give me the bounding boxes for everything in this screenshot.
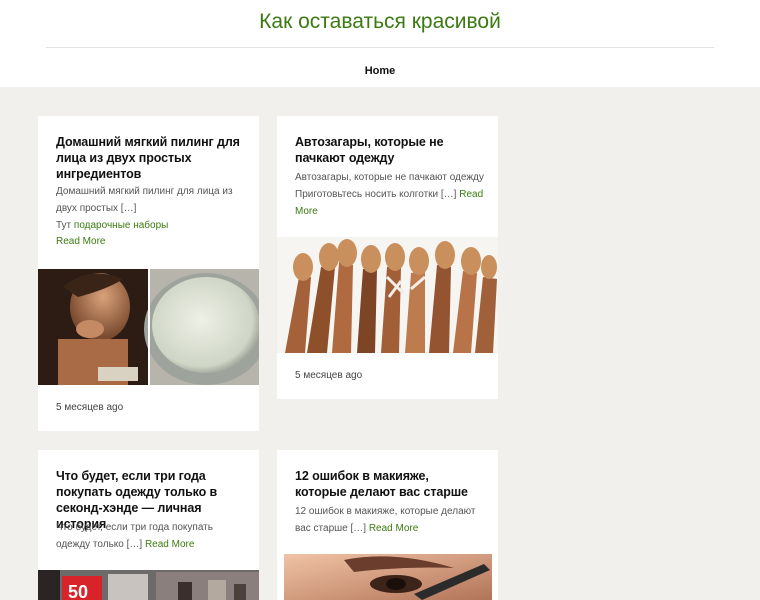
legs-photo: [277, 237, 498, 353]
post-date: 5 месяцев ago: [295, 370, 363, 381]
read-more-link[interactable]: Read More: [56, 236, 105, 247]
header-divider: [46, 47, 714, 48]
site-title[interactable]: Как оставаться красивой: [0, 10, 760, 34]
store-photo: 50: [38, 570, 259, 600]
post-title[interactable]: Автозагары, которые не пачкают одежду: [295, 134, 480, 166]
post-excerpt: Домашний мягкий пилинг для лица из двух …: [56, 183, 245, 234]
read-more-link[interactable]: Read More: [145, 539, 194, 550]
post-excerpt: 12 ошибок в макияже, которые делают вас …: [295, 503, 484, 537]
post-date: 5 месяцев ago: [56, 402, 124, 413]
post-card: Домашний мягкий пилинг для лица из двух …: [38, 116, 259, 431]
post-image[interactable]: 50: [38, 570, 259, 600]
main-nav: Home: [0, 61, 760, 79]
post-image[interactable]: [284, 554, 492, 600]
post-card: Что будет, если три года покупать одежду…: [38, 450, 259, 600]
gift-sets-link[interactable]: подарочные наборы: [74, 220, 168, 231]
makeup-photo: [284, 554, 492, 600]
excerpt-text: Домашний мягкий пилинг для лица из двух …: [56, 186, 233, 214]
post-title[interactable]: 12 ошибок в макияже, которые делают вас …: [295, 468, 480, 500]
post-image[interactable]: [277, 237, 498, 353]
site-header: Как оставаться красивой Home: [0, 0, 760, 87]
post-image[interactable]: [38, 269, 259, 385]
post-title[interactable]: Домашний мягкий пилинг для лица из двух …: [56, 134, 241, 182]
post-card: 12 ошибок в макияже, которые делают вас …: [277, 450, 498, 600]
peeling-photo: [38, 269, 259, 385]
excerpt-text: Автозагары, которые не пачкают одежду Пр…: [295, 172, 484, 200]
excerpt-extra-prefix: Тут: [56, 220, 74, 231]
post-excerpt: Что будет, если три года покупать одежду…: [56, 519, 245, 553]
read-more-link[interactable]: Read More: [369, 523, 418, 534]
nav-item-home[interactable]: Home: [365, 65, 396, 77]
post-card: Автозагары, которые не пачкают одежду Ав…: [277, 116, 498, 399]
sale-sign-text: 50: [68, 582, 88, 600]
post-excerpt: Автозагары, которые не пачкают одежду Пр…: [295, 169, 484, 220]
